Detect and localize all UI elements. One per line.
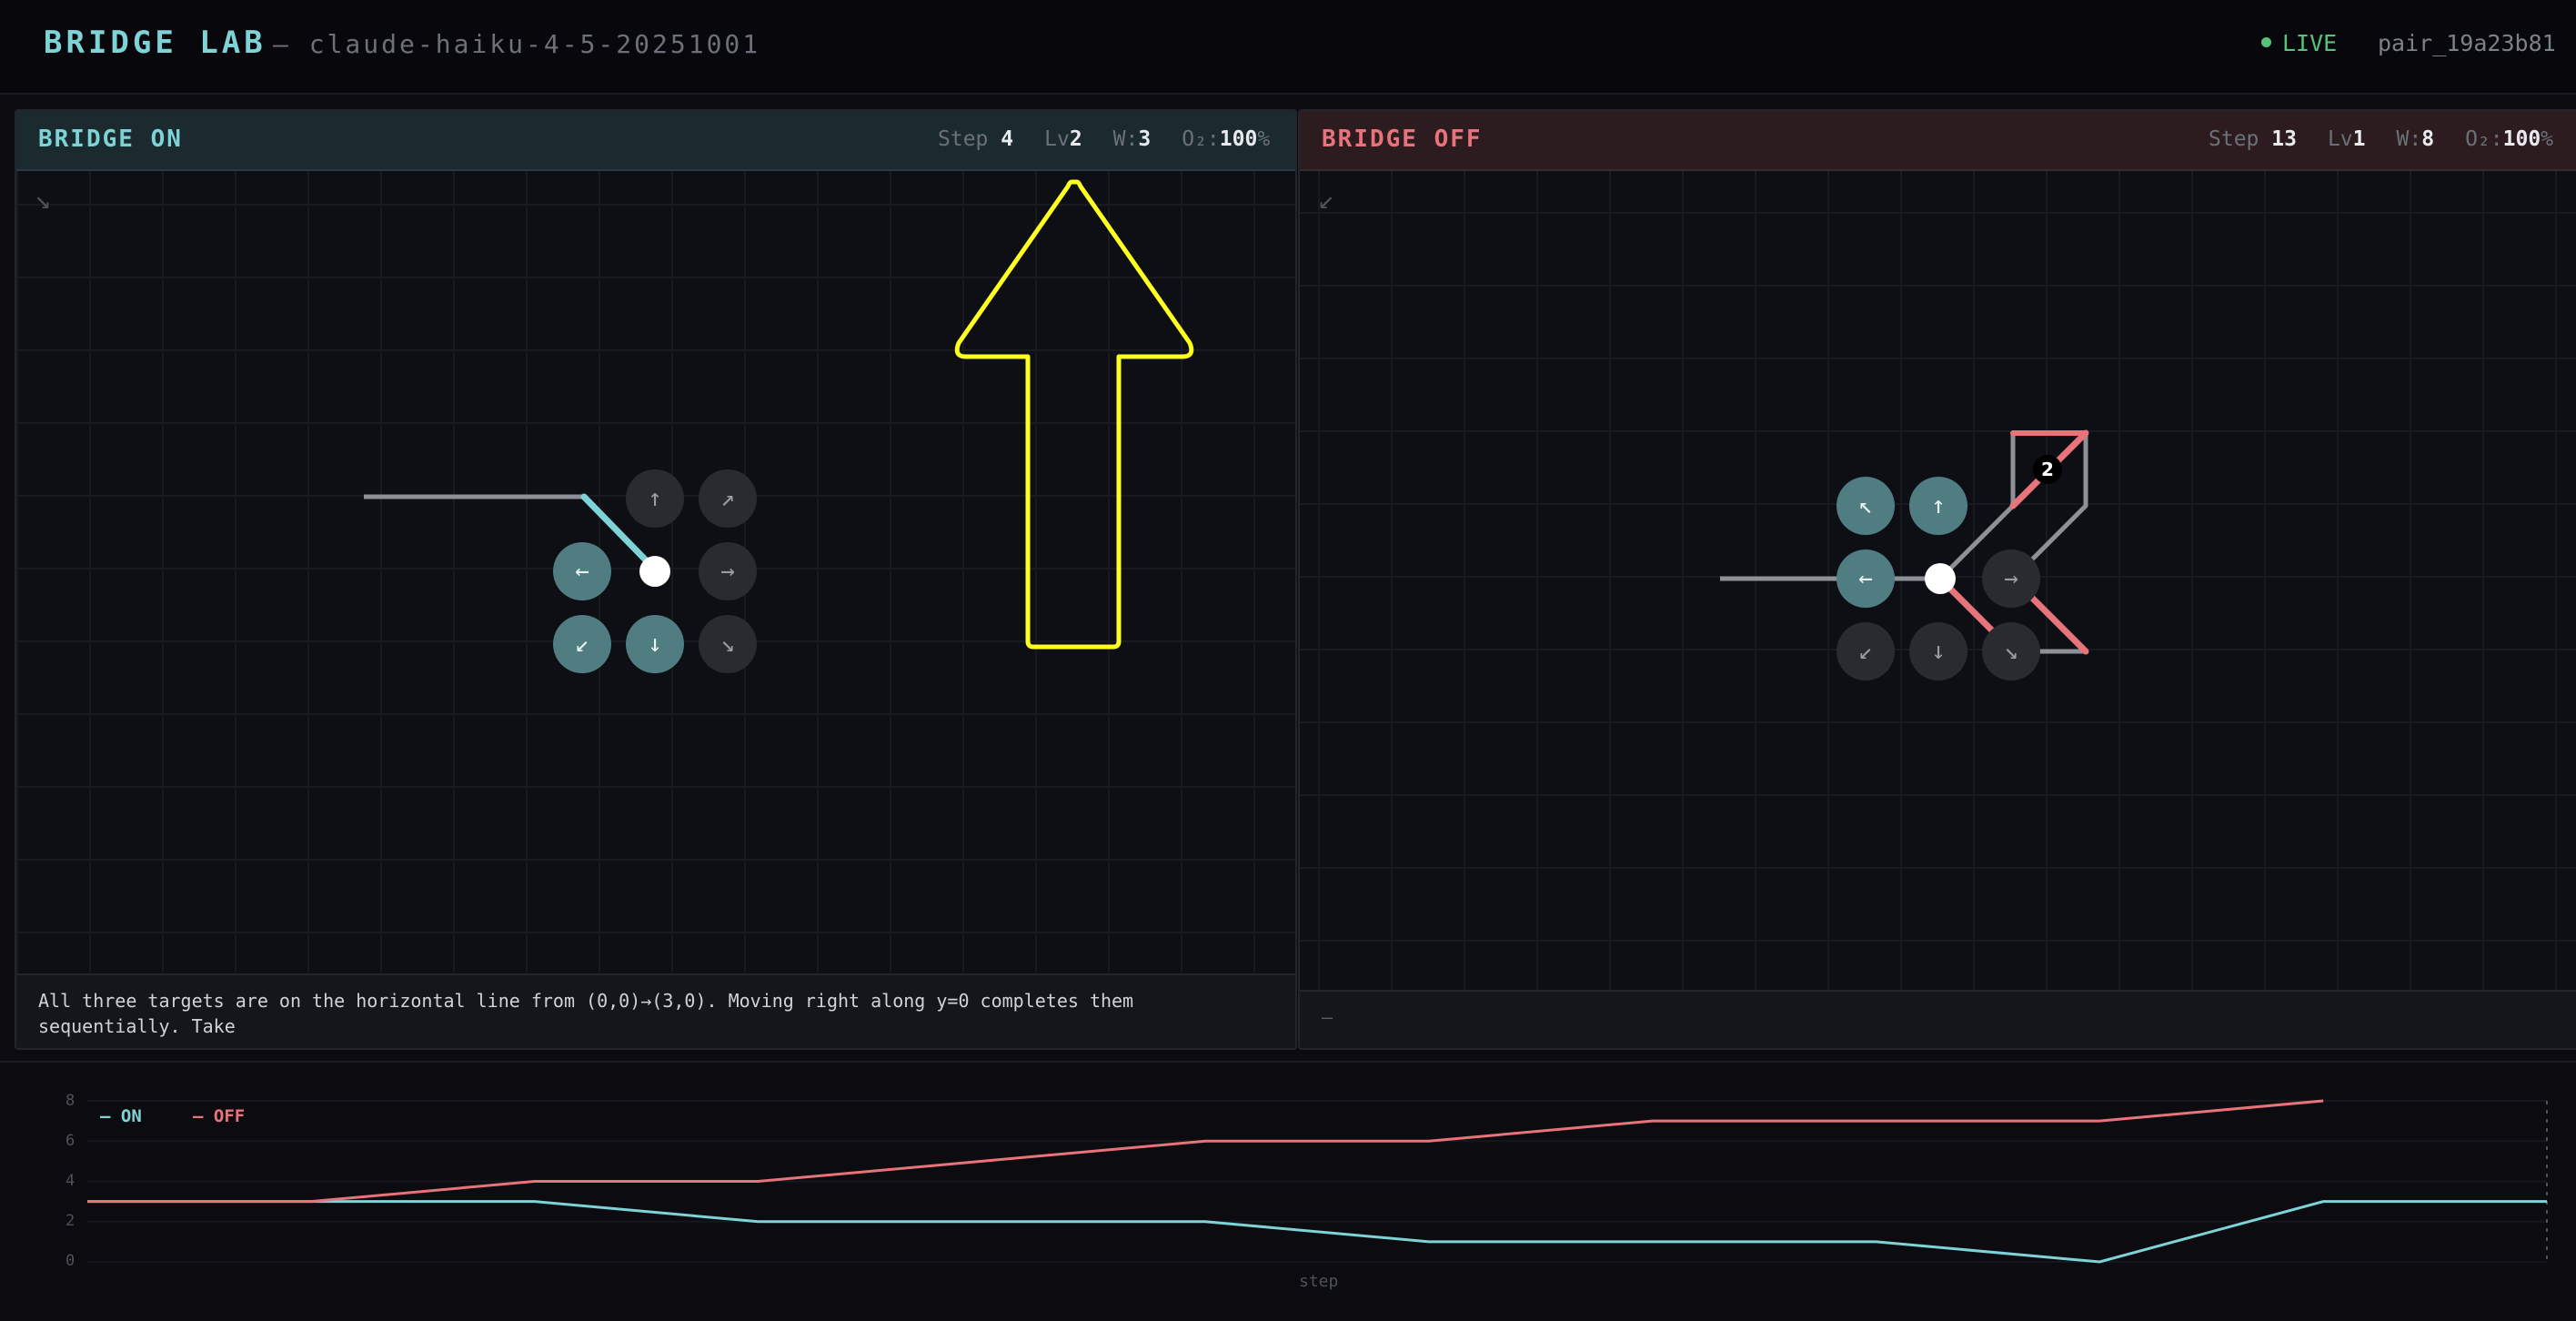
legend-on: — ON (100, 1106, 142, 1126)
player-marker (1925, 563, 1956, 594)
y-tick-label: 6 (65, 1132, 75, 1150)
bridge-off-reasoning: — (1300, 990, 2576, 1048)
bridge-on-panel: BRIDGE ON Step 4 Lv2 W:3 O₂:100% ↘ ↑ ↗ ← → … (15, 109, 1297, 1050)
target-badge-number: 2 (2041, 459, 2054, 480)
x-axis-label: step (1299, 1272, 1339, 1291)
bridge-on-reasoning: All three targets are on the horizontal … (16, 973, 1295, 1048)
bridge-off-player-layer: 2 (1925, 455, 2062, 594)
legend-off: — OFF (193, 1106, 246, 1126)
y-tick-label: 4 (65, 1172, 75, 1190)
y-tick-label: 8 (65, 1092, 75, 1110)
live-dot-icon (2261, 36, 2271, 47)
bridge-on-player-layer (639, 556, 670, 587)
pair-id: pair_19a23b81 (2378, 30, 2556, 56)
reasoning-text: — (1322, 1006, 1333, 1028)
y-tick-label: 0 (65, 1252, 75, 1270)
model-name: — claude-haiku-4-5-20251001 (273, 29, 761, 59)
live-status: LIVE (2261, 30, 2337, 56)
y-tick-label: 2 (65, 1212, 75, 1230)
progress-chart (0, 1061, 2576, 1321)
reasoning-text: All three targets are on the horizontal … (38, 990, 1134, 1037)
bridge-off-panel: BRIDGE OFF Step 13 Lv1 W:8 O₂:100% ↙ ↖ ↑ ← … (1298, 109, 2576, 1050)
app-title: BRIDGE LAB (44, 25, 267, 61)
live-label: LIVE (2282, 30, 2338, 56)
top-bar: BRIDGE LAB — claude-haiku-4-5-20251001 L… (0, 0, 2576, 95)
player-marker (639, 556, 670, 587)
